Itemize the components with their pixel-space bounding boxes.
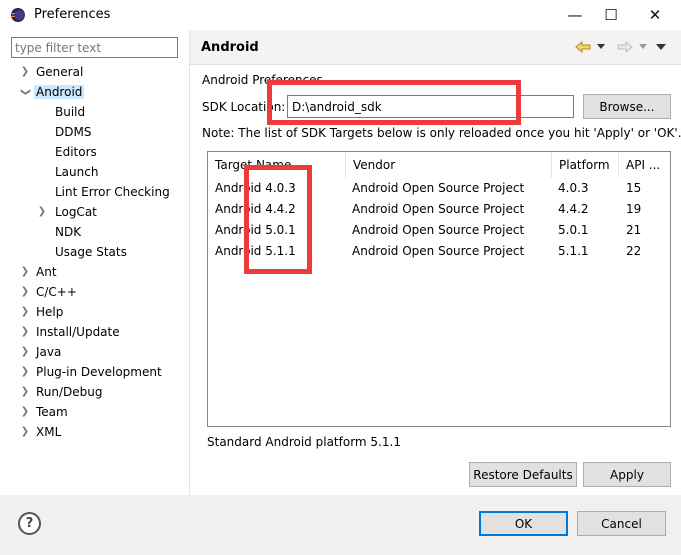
tree-item-plugin-development[interactable]: ❯ Plug-in Development	[20, 362, 162, 382]
column-header-target-name[interactable]: Target Name	[208, 152, 346, 178]
tree-item-logcat[interactable]: ❯ LogCat	[37, 202, 97, 222]
page-title: Android	[201, 40, 259, 55]
close-button[interactable]: ✕	[638, 0, 672, 30]
tree-item-label: Android	[34, 85, 85, 99]
table-cell-vendor: Android Open Source Project	[352, 181, 525, 195]
table-cell-api: 19	[626, 202, 642, 216]
expand-arrow-icon[interactable]: ❯	[20, 262, 30, 282]
table-cell-vendor: Android Open Source Project	[352, 244, 525, 258]
tree-item-team[interactable]: ❯ Team	[20, 402, 68, 422]
cancel-button[interactable]: Cancel	[577, 511, 666, 536]
tree-item-label: General	[36, 65, 84, 79]
tree-item-ndk[interactable]: NDK	[55, 222, 81, 242]
tree-item-ddms[interactable]: DDMS	[55, 122, 91, 142]
table-cell-api: 22	[626, 244, 642, 258]
tree-item-install-update[interactable]: ❯ Install/Update	[20, 322, 120, 342]
table-cell-target: Android 4.4.2	[215, 202, 296, 216]
table-cell-target: Android 4.0.3	[215, 181, 296, 195]
status-text: Standard Android platform 5.1.1	[207, 435, 401, 449]
forward-arrow-icon[interactable]	[617, 41, 633, 53]
reload-note: Note: The list of SDK Targets below is o…	[202, 126, 681, 140]
tree-item-java[interactable]: ❯ Java	[20, 342, 62, 362]
sdk-location-input[interactable]	[287, 95, 574, 118]
expand-arrow-icon[interactable]: ❯	[20, 302, 30, 322]
table-cell-vendor: Android Open Source Project	[352, 223, 525, 237]
tree-item-launch[interactable]: Launch	[55, 162, 98, 182]
tree-item-xml[interactable]: ❯ XML	[20, 422, 61, 442]
expand-arrow-icon[interactable]: ❯	[20, 62, 30, 82]
sdk-targets-table: Target Name Vendor Platform API ... Andr…	[207, 151, 671, 427]
tree-item-build[interactable]: Build	[55, 102, 85, 122]
sdk-location-label: SDK Location:	[202, 100, 286, 114]
expand-arrow-icon[interactable]: ❯	[20, 282, 30, 302]
tree-item-editors[interactable]: Editors	[55, 142, 97, 162]
table-cell-platform: 5.1.1	[558, 244, 589, 258]
tree-item-android[interactable]: ❯ Android	[20, 82, 85, 102]
tree-item-run-debug[interactable]: ❯ Run/Debug	[20, 382, 103, 402]
tree-item-label: Help	[36, 305, 64, 319]
expand-arrow-icon[interactable]: ❯	[20, 322, 30, 342]
pane-header	[190, 30, 681, 65]
tree-item-lint-error-checking[interactable]: Lint Error Checking	[55, 182, 170, 202]
back-menu-chevron-down-icon[interactable]	[597, 44, 605, 50]
eclipse-app-icon	[11, 8, 25, 22]
tree-item-label: Java	[36, 345, 62, 359]
tree-item-label: Ant	[36, 265, 57, 279]
tree-item-label: LogCat	[55, 205, 97, 219]
table-cell-api: 15	[626, 181, 642, 195]
tree-item-label: Team	[36, 405, 68, 419]
collapse-arrow-icon[interactable]: ❯	[15, 87, 35, 97]
tree-item-ant[interactable]: ❯ Ant	[20, 262, 57, 282]
help-icon[interactable]: ?	[18, 512, 41, 535]
expand-arrow-icon[interactable]: ❯	[20, 342, 30, 362]
table-cell-platform: 4.0.3	[558, 181, 589, 195]
pane-divider[interactable]	[189, 30, 190, 495]
ok-button[interactable]: OK	[479, 511, 568, 536]
tree-item-label: XML	[36, 425, 62, 439]
apply-button[interactable]: Apply	[583, 462, 671, 487]
tree-item-label: Plug-in Development	[36, 365, 162, 379]
restore-defaults-button[interactable]: Restore Defaults	[469, 462, 577, 487]
expand-arrow-icon[interactable]: ❯	[20, 402, 30, 422]
tree-item-label: C/C++	[36, 285, 77, 299]
expand-arrow-icon[interactable]: ❯	[20, 362, 30, 382]
table-cell-platform: 4.4.2	[558, 202, 589, 216]
expand-arrow-icon[interactable]: ❯	[37, 202, 47, 222]
table-cell-vendor: Android Open Source Project	[352, 202, 525, 216]
section-label: Android Preferences	[202, 73, 323, 87]
table-cell-platform: 5.0.1	[558, 223, 589, 237]
column-header-vendor[interactable]: Vendor	[346, 152, 552, 178]
table-cell-target: Android 5.0.1	[215, 223, 296, 237]
back-arrow-icon[interactable]	[575, 41, 591, 53]
window-title: Preferences	[34, 7, 111, 22]
tree-item-general[interactable]: ❯ General	[20, 62, 84, 82]
column-header-api[interactable]: API ...	[619, 152, 670, 178]
maximize-button[interactable]: ☐	[594, 0, 628, 30]
browse-button[interactable]: Browse...	[583, 94, 671, 119]
tree-item-label: Run/Debug	[36, 385, 103, 399]
forward-menu-chevron-down-icon[interactable]	[639, 44, 647, 50]
table-cell-api: 21	[626, 223, 642, 237]
tree-item-label: Install/Update	[36, 325, 120, 339]
table-cell-target: Android 5.1.1	[215, 244, 296, 258]
column-header-platform[interactable]: Platform	[552, 152, 619, 178]
filter-input[interactable]	[11, 37, 178, 58]
expand-arrow-icon[interactable]: ❯	[20, 382, 30, 402]
minimize-button[interactable]: —	[558, 0, 592, 30]
tree-item-cpp[interactable]: ❯ C/C++	[20, 282, 77, 302]
tree-item-usage-stats[interactable]: Usage Stats	[55, 242, 127, 262]
expand-arrow-icon[interactable]: ❯	[20, 422, 30, 442]
view-menu-chevron-down-icon[interactable]	[656, 44, 666, 51]
tree-item-help[interactable]: ❯ Help	[20, 302, 64, 322]
